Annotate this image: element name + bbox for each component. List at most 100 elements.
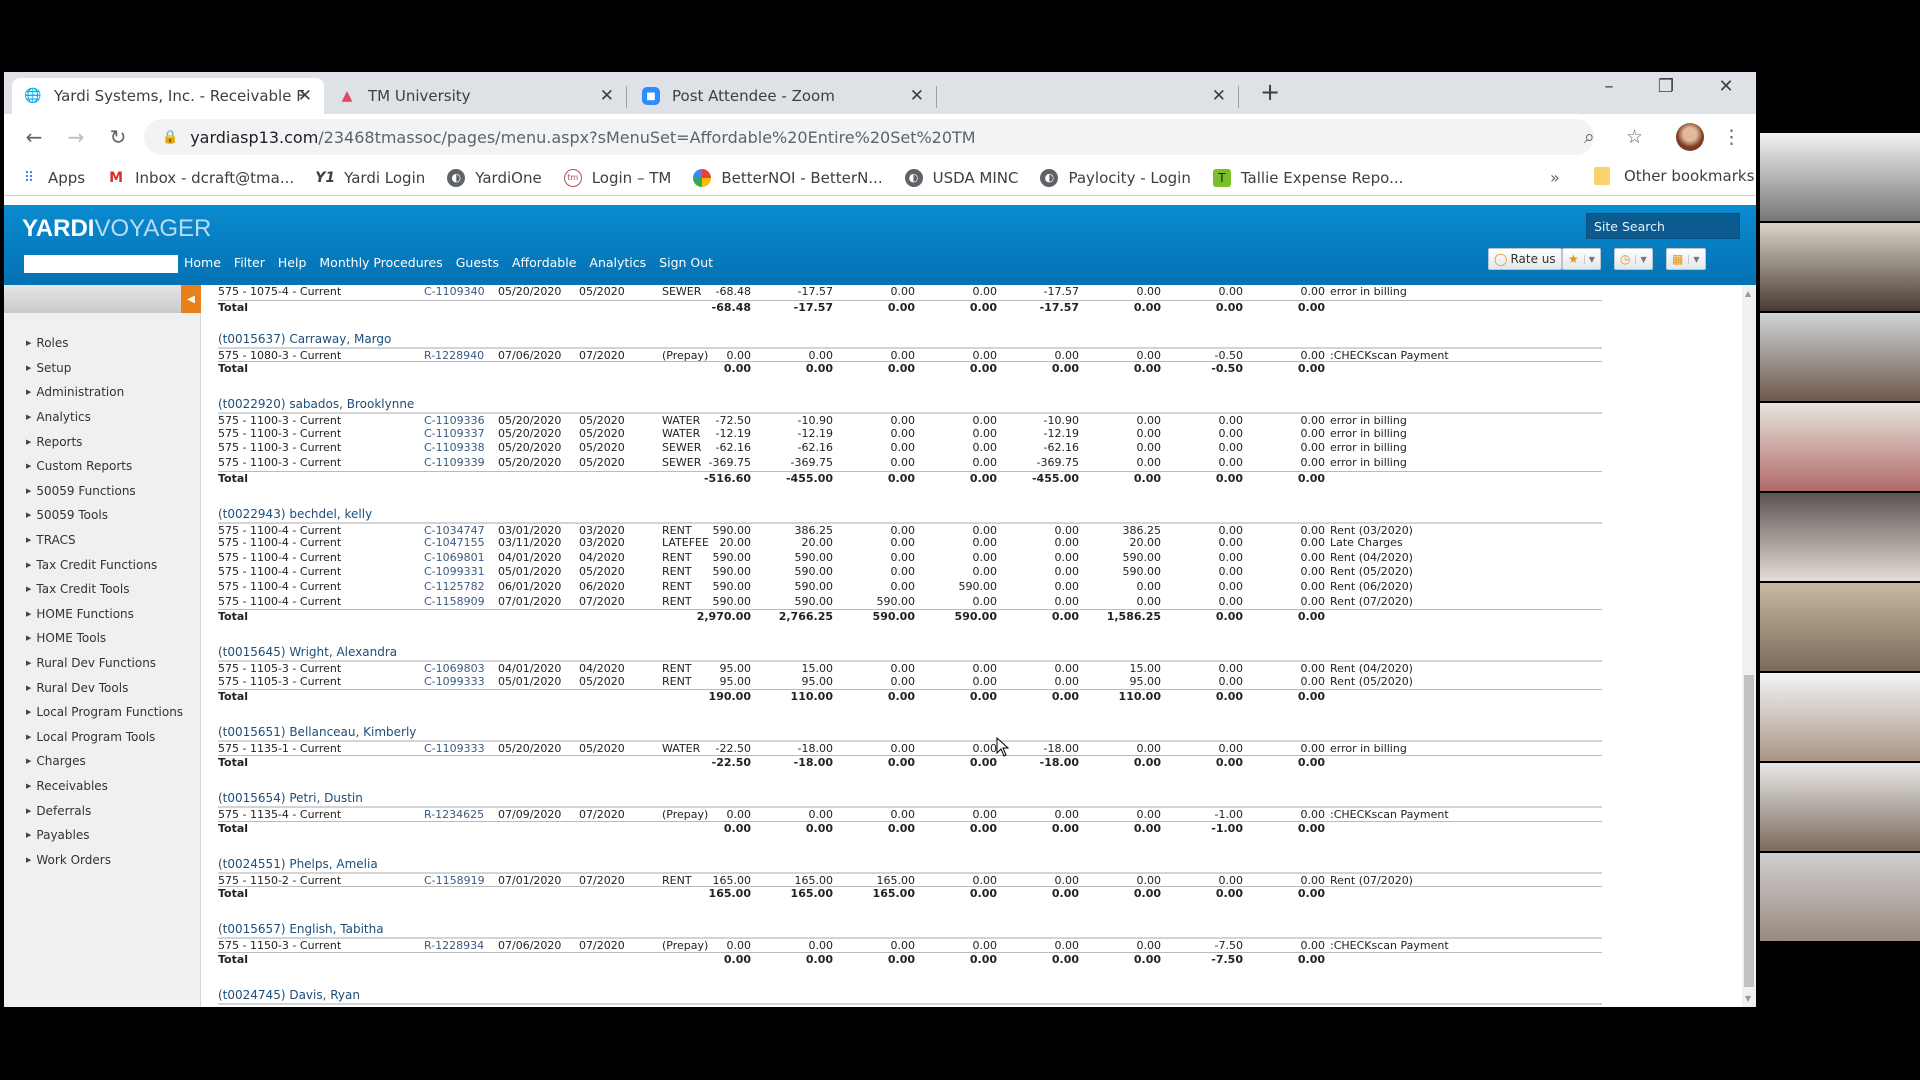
tenant-header[interactable]: (t0022943) bechdel, kelly bbox=[218, 500, 1602, 522]
bookmark-tallie[interactable]: T Tallie Expense Repo... bbox=[1212, 168, 1403, 187]
close-tab-icon[interactable]: ✕ bbox=[1212, 86, 1226, 106]
favorites-button[interactable]: ★ ▼ bbox=[1562, 248, 1601, 270]
minimize-button[interactable]: – bbox=[1589, 76, 1629, 97]
sidebar-item-roles[interactable]: ▶ Roles bbox=[26, 331, 183, 356]
control-link[interactable]: C-1069801 bbox=[424, 551, 485, 566]
tab-yardi-receivable[interactable]: 🌐 Yardi Systems, Inc. - Receivable F ✕ bbox=[12, 78, 324, 114]
zoom-tile-background-image[interactable] bbox=[1760, 133, 1920, 221]
scrollbar[interactable]: ▲ ▼ bbox=[1742, 285, 1756, 1007]
apps-menu-button[interactable]: ▦ ▼ bbox=[1666, 248, 1706, 270]
bookmarks-overflow-button[interactable]: » bbox=[1550, 168, 1560, 187]
sidebar-item-local-program-tools[interactable]: ▶ Local Program Tools bbox=[26, 725, 183, 750]
tenant-header[interactable]: (t0015637) Carraway, Margo bbox=[218, 325, 1602, 347]
back-button[interactable]: ← bbox=[16, 125, 52, 149]
tenant-header[interactable]: (t0024551) Phelps, Amelia bbox=[218, 850, 1602, 872]
control-link[interactable]: C-1109340 bbox=[424, 285, 485, 300]
zoom-participant-video[interactable] bbox=[1760, 673, 1920, 761]
tenant-header[interactable]: (t0024745) Davis, Ryan bbox=[218, 981, 1602, 1003]
zoom-participant-video[interactable] bbox=[1760, 583, 1920, 671]
rate-us-button[interactable]: ◯ Rate us bbox=[1488, 248, 1562, 270]
control-link[interactable]: R-1153545 bbox=[424, 1005, 484, 1007]
tab-tm-university[interactable]: ▲ TM University ✕ bbox=[326, 78, 627, 114]
nav-home[interactable]: Home bbox=[184, 255, 221, 270]
sidebar-item-50059-functions[interactable]: ▶ 50059 Functions bbox=[26, 479, 183, 504]
scroll-down-arrow[interactable]: ▼ bbox=[1745, 994, 1751, 1003]
sidebar-item-charges[interactable]: ▶ Charges bbox=[26, 749, 183, 774]
bookmark-yardi-login[interactable]: Y1 Yardi Login bbox=[315, 169, 425, 187]
tenant-header[interactable]: (t0022920) sabados, Brooklynne bbox=[218, 390, 1602, 412]
control-link[interactable]: C-1125782 bbox=[424, 580, 485, 595]
close-tab-icon[interactable]: ✕ bbox=[298, 86, 312, 106]
sidebar-item-tax-credit-tools[interactable]: ▶ Tax Credit Tools bbox=[26, 577, 183, 602]
bookmark-yardione[interactable]: ◐ YardiOne bbox=[447, 168, 542, 187]
control-link[interactable]: C-1099331 bbox=[424, 565, 485, 580]
sidebar-item-analytics[interactable]: ▶ Analytics bbox=[26, 405, 183, 430]
scrollbar-thumb[interactable] bbox=[1744, 675, 1754, 987]
recent-history-button[interactable]: ◷ ▼ bbox=[1614, 248, 1653, 270]
sidebar-item-work-orders[interactable]: ▶ Work Orders bbox=[26, 847, 183, 872]
sidebar-item-payables[interactable]: ▶ Payables bbox=[26, 823, 183, 848]
zoom-participant-video[interactable] bbox=[1760, 313, 1920, 401]
zoom-participant-video[interactable] bbox=[1760, 763, 1920, 851]
control-link[interactable]: C-1099333 bbox=[424, 675, 485, 690]
profile-avatar[interactable] bbox=[1676, 123, 1704, 151]
nav-sign-out[interactable]: Sign Out bbox=[659, 255, 713, 270]
sidebar-item-tracs[interactable]: ▶ TRACS bbox=[26, 528, 183, 553]
sidebar-item-receivables[interactable]: ▶ Receivables bbox=[26, 774, 183, 799]
bookmark-gmail[interactable]: M Inbox - dcraft@tma... bbox=[107, 169, 294, 187]
sidebar-item-custom-reports[interactable]: ▶ Custom Reports bbox=[26, 454, 183, 479]
sidebar-item-reports[interactable]: ▶ Reports bbox=[26, 429, 183, 454]
collapse-sidebar-button[interactable]: ◀ bbox=[181, 285, 201, 313]
forward-button[interactable]: → bbox=[58, 125, 94, 149]
sidebar-item-home-functions[interactable]: ▶ HOME Functions bbox=[26, 602, 183, 627]
restore-button[interactable]: ❐ bbox=[1646, 76, 1686, 97]
close-window-button[interactable]: ✕ bbox=[1706, 76, 1746, 97]
reload-button[interactable]: ↻ bbox=[100, 125, 136, 149]
bookmark-betternoi[interactable]: BetterNOI - BetterN... bbox=[693, 168, 883, 187]
zoom-magnifier-icon[interactable]: ⌕ bbox=[1584, 126, 1595, 148]
sidebar-item-administration[interactable]: ▶ Administration bbox=[26, 380, 183, 405]
control-link[interactable]: C-1109339 bbox=[424, 456, 485, 471]
control-link[interactable]: C-1158909 bbox=[424, 595, 485, 610]
nav-analytics[interactable]: Analytics bbox=[589, 255, 646, 270]
sidebar-item-tax-credit-functions[interactable]: ▶ Tax Credit Functions bbox=[26, 552, 183, 577]
zoom-participant-video[interactable] bbox=[1760, 223, 1920, 311]
nav-help[interactable]: Help bbox=[278, 255, 307, 270]
sidebar-item-home-tools[interactable]: ▶ HOME Tools bbox=[26, 626, 183, 651]
nav-monthly-procedures[interactable]: Monthly Procedures bbox=[319, 255, 442, 270]
zoom-participant-video[interactable] bbox=[1760, 493, 1920, 581]
sidebar-item-deferrals[interactable]: ▶ Deferrals bbox=[26, 798, 183, 823]
menu-search-input[interactable] bbox=[24, 255, 178, 273]
url-input[interactable]: 🔒 yardiasp13.com/23468tmassoc/pages/menu… bbox=[144, 119, 1594, 155]
menu-kebab-icon[interactable]: ⋮ bbox=[1722, 126, 1741, 148]
sidebar-item-rural-dev-functions[interactable]: ▶ Rural Dev Functions bbox=[26, 651, 183, 676]
tenant-header[interactable]: (t0015657) English, Tabitha bbox=[218, 915, 1602, 937]
nav-filter[interactable]: Filter bbox=[234, 255, 265, 270]
zoom-participant-video[interactable] bbox=[1760, 853, 1920, 941]
tenant-header[interactable]: (t0015654) Petri, Dustin bbox=[218, 784, 1602, 806]
bookmark-apps[interactable]: ⠿ Apps bbox=[20, 169, 85, 187]
scroll-up-arrow[interactable]: ▲ bbox=[1745, 289, 1751, 298]
tenant-header[interactable]: (t0015645) Wright, Alexandra bbox=[218, 638, 1602, 660]
sidebar-item-local-program-functions[interactable]: ▶ Local Program Functions bbox=[26, 700, 183, 725]
site-search-input[interactable]: Site Search bbox=[1586, 213, 1740, 239]
control-link[interactable]: C-1109337 bbox=[424, 427, 485, 442]
nav-affordable[interactable]: Affordable bbox=[512, 255, 576, 270]
bookmark-paylocity[interactable]: ◐ Paylocity - Login bbox=[1040, 168, 1191, 187]
other-bookmarks[interactable]: Other bookmarks bbox=[1594, 167, 1754, 185]
nav-guests[interactable]: Guests bbox=[456, 255, 499, 270]
control-link[interactable]: C-1047155 bbox=[424, 536, 485, 551]
tab-blank[interactable]: ✕ bbox=[938, 78, 1239, 114]
bookmark-login-tm[interactable]: tm Login – TM bbox=[563, 168, 671, 187]
tenant-header[interactable]: (t0015651) Bellanceau, Kimberly bbox=[218, 718, 1602, 740]
tab-zoom[interactable]: ■ Post Attendee - Zoom ✕ bbox=[630, 78, 937, 114]
bookmark-usda-minc[interactable]: ◐ USDA MINC bbox=[904, 168, 1018, 187]
sidebar-item-50059-tools[interactable]: ▶ 50059 Tools bbox=[26, 503, 183, 528]
sidebar-item-rural-dev-tools[interactable]: ▶ Rural Dev Tools bbox=[26, 675, 183, 700]
sidebar-item-setup[interactable]: ▶ Setup bbox=[26, 356, 183, 381]
zoom-participant-video[interactable] bbox=[1760, 403, 1920, 491]
close-tab-icon[interactable]: ✕ bbox=[910, 86, 924, 106]
bookmark-star-icon[interactable]: ☆ bbox=[1626, 126, 1643, 148]
control-link[interactable]: C-1109338 bbox=[424, 441, 485, 456]
close-tab-icon[interactable]: ✕ bbox=[600, 86, 614, 106]
